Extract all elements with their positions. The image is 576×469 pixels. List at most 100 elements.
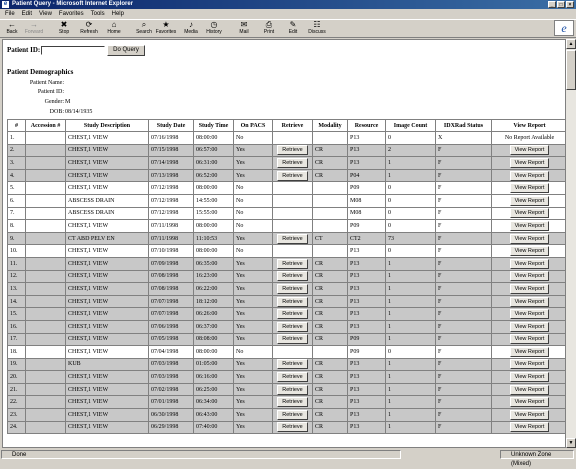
toolbar-discuss-button[interactable]: ☷ Discuss xyxy=(306,21,328,37)
retrieve-button[interactable]: Retrieve xyxy=(277,397,308,408)
toolbar-label: Stop xyxy=(58,29,70,35)
scroll-down-button[interactable]: ▼ xyxy=(566,438,576,448)
maximize-button[interactable]: □ xyxy=(557,1,565,8)
menu-file[interactable]: File xyxy=(5,11,15,17)
view-report-button[interactable]: View Report xyxy=(509,271,550,282)
view-report-button[interactable]: View Report xyxy=(509,409,550,420)
favorites-icon: ★ xyxy=(162,20,170,29)
modality-cell xyxy=(312,131,348,145)
view-report-button[interactable]: View Report xyxy=(509,321,550,332)
toolbar-edit-button[interactable]: ✎ Edit xyxy=(282,21,304,37)
toolbar-media-button[interactable]: ♪ Media xyxy=(180,21,202,37)
retrieve-cell xyxy=(272,131,313,145)
view-report-button[interactable]: View Report xyxy=(509,296,550,307)
toolbar-stop-button[interactable]: ✖ Stop xyxy=(53,21,75,37)
retrieve-button[interactable]: Retrieve xyxy=(277,283,308,294)
study-time-cell: 06:22:00 xyxy=(193,282,234,296)
print-icon: ⎙ xyxy=(265,20,273,29)
view-report-button[interactable]: View Report xyxy=(509,334,550,345)
image-count-cell: 1 xyxy=(385,382,436,397)
menu-edit[interactable]: Edit xyxy=(22,11,32,17)
ie-app-icon[interactable]: e xyxy=(2,1,9,8)
study-description-cell: CHEST,1 VIEW xyxy=(65,269,149,284)
patient-id-input[interactable] xyxy=(41,46,105,55)
view-report-button[interactable]: View Report xyxy=(509,220,550,231)
toolbar-favorites-button[interactable]: ★ Favorites xyxy=(155,21,177,37)
view-report-button[interactable]: View Report xyxy=(509,208,550,219)
view-report-button[interactable]: View Report xyxy=(509,195,550,206)
toolbar-mail-button[interactable]: ✉ Mail xyxy=(233,21,255,37)
study-date-cell: 06/30/1998 xyxy=(148,408,194,422)
retrieve-button[interactable]: Retrieve xyxy=(277,296,308,307)
resource-cell: P09 xyxy=(347,345,386,359)
view-report-button[interactable]: View Report xyxy=(509,397,550,408)
menu-favorites[interactable]: Favorites xyxy=(59,11,84,17)
minimize-button[interactable]: _ xyxy=(548,1,556,8)
on-pacs-cell: No xyxy=(233,244,273,258)
view-report-button[interactable]: View Report xyxy=(509,422,550,433)
study-date-cell: 07/12/1998 xyxy=(148,206,194,221)
toolbar-search-button[interactable]: ⌕ Search xyxy=(133,21,155,37)
toolbar-forward-button[interactable]: → Forward xyxy=(23,21,45,37)
study-date-cell: 07/03/1998 xyxy=(148,370,194,384)
view-report-button[interactable]: View Report xyxy=(509,233,550,244)
toolbar-history-button[interactable]: ◷ History xyxy=(203,21,225,37)
view-report-button[interactable]: View Report xyxy=(509,258,550,269)
accession-cell xyxy=(25,219,66,233)
do-query-button[interactable]: Do Query xyxy=(107,45,145,56)
view-report-button[interactable]: View Report xyxy=(509,384,550,395)
scroll-thumb[interactable] xyxy=(566,50,576,90)
study-date-cell: 07/04/1998 xyxy=(148,345,194,359)
retrieve-button[interactable]: Retrieve xyxy=(277,157,308,168)
row-number: 13. xyxy=(7,282,26,296)
toolbar-label: Media xyxy=(184,29,198,35)
retrieve-button[interactable]: Retrieve xyxy=(277,334,308,345)
view-report-button[interactable]: View Report xyxy=(509,309,550,320)
vertical-scrollbar[interactable]: ▲ ▼ xyxy=(566,39,576,448)
retrieve-cell: Retrieve xyxy=(272,319,313,334)
toolbar-back-button[interactable]: ← Back xyxy=(1,21,23,37)
study-time-cell: 07:40:00 xyxy=(193,420,234,435)
scroll-up-button[interactable]: ▲ xyxy=(566,39,576,49)
retrieve-button[interactable]: Retrieve xyxy=(277,170,308,181)
view-report-button[interactable]: View Report xyxy=(509,372,550,383)
menu-tools[interactable]: Tools xyxy=(91,11,105,17)
modality-cell: CR xyxy=(312,294,348,309)
view-report-button[interactable]: View Report xyxy=(509,170,550,181)
modality-cell: CR xyxy=(312,370,348,384)
retrieve-button[interactable]: Retrieve xyxy=(277,409,308,420)
toolbar-refresh-button[interactable]: ⟳ Refresh xyxy=(78,21,100,37)
menu-help[interactable]: Help xyxy=(112,11,124,17)
menu-bar: File Edit View Favorites Tools Help xyxy=(0,9,576,19)
retrieve-button[interactable]: Retrieve xyxy=(277,309,308,320)
image-count-cell: 1 xyxy=(385,420,436,435)
study-time-cell: 06:16:00 xyxy=(193,370,234,384)
view-report-button[interactable]: View Report xyxy=(509,246,550,257)
toolbar-home-button[interactable]: ⌂ Home xyxy=(103,21,125,37)
retrieve-button[interactable]: Retrieve xyxy=(277,422,308,433)
toolbar-label: Discuss xyxy=(308,29,326,35)
modality-cell: CR xyxy=(312,395,348,410)
table-row: 7. ABSCESS DRAIN 07/12/1998 15:55:00 No M08 0 F… xyxy=(7,206,565,221)
toolbar-print-button[interactable]: ⎙ Print xyxy=(258,21,280,37)
idxrad-status-cell: F xyxy=(435,244,492,258)
view-report-button[interactable]: View Report xyxy=(509,283,550,294)
retrieve-button[interactable]: Retrieve xyxy=(277,321,308,332)
menu-view[interactable]: View xyxy=(39,11,52,17)
view-report-button[interactable]: View Report xyxy=(509,157,550,168)
view-report-button[interactable]: View Report xyxy=(509,145,550,156)
retrieve-button[interactable]: Retrieve xyxy=(277,145,308,156)
close-button[interactable]: × xyxy=(566,1,574,8)
retrieve-button[interactable]: Retrieve xyxy=(277,233,308,244)
toolbar-label: History xyxy=(206,29,222,35)
view-report-cell: View Report xyxy=(491,420,565,435)
view-report-button[interactable]: View Report xyxy=(509,183,550,194)
view-report-button[interactable]: View Report xyxy=(509,346,550,357)
retrieve-button[interactable]: Retrieve xyxy=(277,384,308,395)
retrieve-button[interactable]: Retrieve xyxy=(277,359,308,370)
view-report-button[interactable]: View Report xyxy=(509,359,550,370)
study-time-cell: 06:25:00 xyxy=(193,382,234,397)
retrieve-button[interactable]: Retrieve xyxy=(277,372,308,383)
retrieve-button[interactable]: Retrieve xyxy=(277,271,308,282)
retrieve-button[interactable]: Retrieve xyxy=(277,258,308,269)
